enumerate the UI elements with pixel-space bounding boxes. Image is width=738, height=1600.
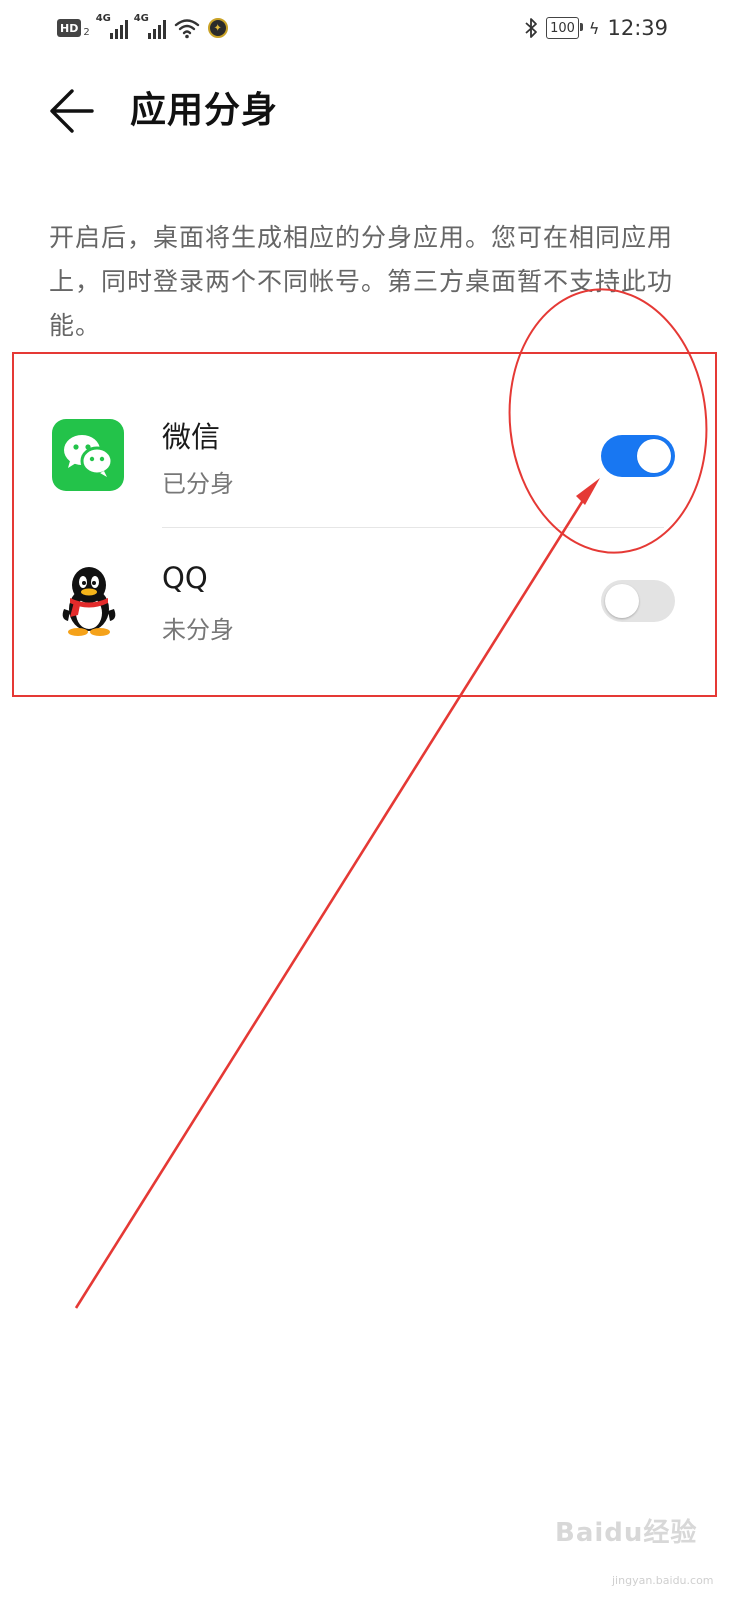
watermark-logo: Baidu经验: [555, 1518, 698, 1548]
app-status-wechat: 已分身: [162, 470, 234, 498]
qq-clone-toggle[interactable]: [601, 580, 675, 622]
watermark-url: jingyan.baidu.com: [612, 1574, 714, 1587]
page-title: 应用分身: [130, 90, 279, 131]
wifi-icon: [174, 19, 199, 39]
sim2-network-label: 4G: [133, 13, 149, 24]
app-status-qq: 未分身: [162, 616, 234, 644]
battery-icon: 100: [546, 17, 583, 39]
list-divider: [162, 527, 664, 528]
hd-sub-label: 2: [83, 26, 90, 38]
status-left: HD 2 4G 4G ✦: [57, 13, 228, 42]
qq-icon: [62, 567, 116, 636]
app-notification-icon: ✦: [207, 18, 228, 38]
sim1-network-label: 4G: [95, 13, 111, 24]
battery-level: 100: [550, 20, 575, 36]
signal-icon: 4G: [96, 13, 128, 39]
charging-icon: ϟ: [588, 18, 600, 38]
status-right: 100 ϟ 12:39: [524, 13, 668, 43]
status-time: 12:39: [607, 16, 668, 40]
description-text: 开启后，桌面将生成相应的分身应用。您可在相同应用上，同时登录两个不同帐号。第三方…: [49, 223, 674, 340]
status-bar: HD 2 4G 4G ✦ 100 ϟ 12:39: [0, 0, 738, 56]
wechat-clone-toggle[interactable]: [601, 435, 675, 477]
signal-icon: 4G: [134, 13, 166, 39]
bluetooth-icon: [525, 18, 537, 38]
back-button[interactable]: [48, 88, 98, 134]
app-name-wechat: 微信: [162, 420, 221, 454]
app-name-qq: QQ: [162, 561, 208, 595]
toggle-knob: [637, 439, 671, 473]
hd-icon: HD: [57, 19, 82, 37]
back-arrow-icon: [50, 89, 94, 133]
toggle-knob: [605, 584, 639, 618]
wechat-icon: [52, 419, 124, 491]
